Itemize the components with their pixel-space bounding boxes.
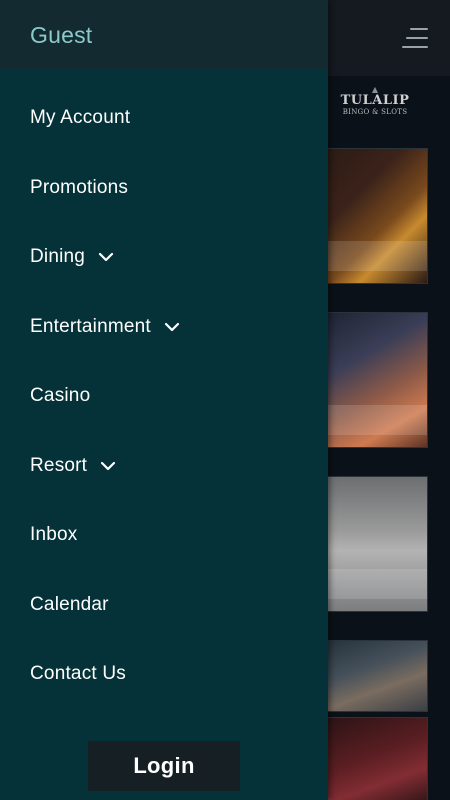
menu-item-label: Promotions	[30, 177, 129, 198]
logo-subtitle: BINGO & SLOTS	[342, 108, 408, 116]
logo-name: TULALIP	[340, 93, 410, 108]
menu-item-resort[interactable]: Resort	[0, 440, 328, 492]
menu-item-entertainment[interactable]: Entertainment	[0, 301, 328, 353]
menu-item-label: Entertainment	[30, 316, 151, 337]
menu-item-contact-us[interactable]: Contact Us	[0, 648, 328, 700]
menu-item-label: Resort	[30, 455, 88, 476]
menu-item-dining[interactable]: Dining	[0, 231, 328, 283]
menu-item-casino[interactable]: Casino	[0, 370, 328, 422]
menu-item-promotions[interactable]: Promotions	[0, 162, 328, 214]
chevron-down-icon[interactable]	[97, 248, 115, 266]
menu-item-label: Inbox	[30, 524, 78, 545]
drawer-header: Guest	[0, 0, 328, 70]
content-tile[interactable]	[316, 476, 428, 612]
menu-item-label: Contact Us	[30, 663, 126, 684]
content-tile[interactable]	[316, 148, 428, 284]
hamburger-menu-icon[interactable]	[400, 24, 428, 52]
menu-item-label: Casino	[30, 385, 91, 406]
user-name: Guest	[30, 22, 93, 48]
menu-item-my-account[interactable]: My Account	[0, 92, 328, 144]
chevron-down-icon[interactable]	[163, 318, 181, 336]
navigation-drawer: Guest My Account Promotions Dining Enter…	[0, 0, 328, 800]
menu-item-label: Dining	[30, 246, 86, 267]
content-tile[interactable]	[316, 717, 428, 800]
chevron-down-icon[interactable]	[99, 457, 117, 475]
tulalip-logo: ▲ TULALIP BINGO & SLOTS	[340, 86, 410, 126]
menu-item-calendar[interactable]: Calendar	[0, 579, 328, 631]
menu-item-label: Calendar	[30, 594, 109, 615]
content-tile[interactable]	[316, 640, 428, 712]
menu-item-label: My Account	[30, 107, 131, 128]
menu-item-inbox[interactable]: Inbox	[0, 509, 328, 561]
content-tile[interactable]	[316, 312, 428, 448]
login-button[interactable]: Login	[88, 741, 240, 791]
